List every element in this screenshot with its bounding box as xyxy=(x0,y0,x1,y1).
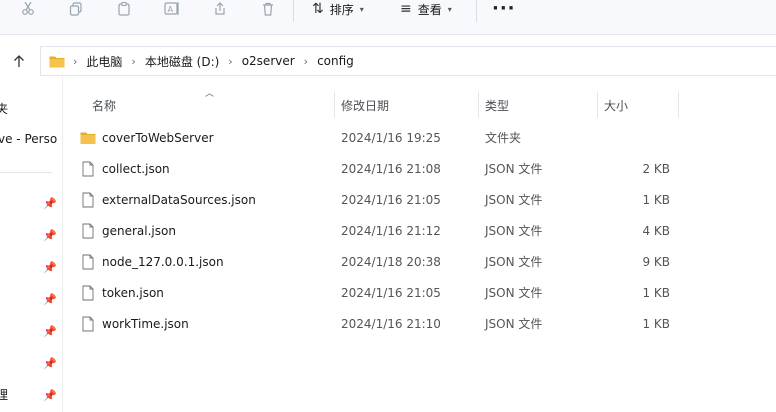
file-row[interactable]: token.json 2024/1/16 21:05 JSON 文件 1 KB xyxy=(70,277,690,308)
file-type: 文件夹 xyxy=(485,131,522,145)
document-icon xyxy=(82,223,94,238)
file-modified: 2024/1/16 21:08 xyxy=(341,161,441,176)
view-icon: ≡ xyxy=(400,1,412,17)
file-size: 1 KB xyxy=(642,316,670,331)
document-icon xyxy=(82,254,94,269)
file-name: node_127.0.0.1.json xyxy=(102,254,224,269)
chevron-down-icon: ▾ xyxy=(447,4,452,14)
file-modified: 2024/1/16 21:10 xyxy=(341,316,441,331)
document-icon xyxy=(82,161,94,176)
column-divider[interactable] xyxy=(478,92,479,118)
file-type: JSON 文件 xyxy=(485,193,543,207)
chevron-down-icon: ▾ xyxy=(359,4,364,14)
file-row[interactable]: node_127.0.0.1.json 2024/1/18 20:38 JSON… xyxy=(70,246,690,277)
sidebar-item-onedrive[interactable]: ve - Perso xyxy=(0,132,57,146)
pin-icon: 📌 xyxy=(43,228,57,242)
toolbar-divider xyxy=(293,0,294,22)
file-modified: 2024/1/16 21:05 xyxy=(341,192,441,207)
pin-icon: 📌 xyxy=(43,292,57,306)
file-row[interactable]: externalDataSources.json 2024/1/16 21:05… xyxy=(70,184,690,215)
chevron-right-icon: › xyxy=(131,54,136,68)
file-size: 9 KB xyxy=(642,254,670,269)
paste-icon[interactable] xyxy=(110,0,138,18)
file-row[interactable]: collect.json 2024/1/16 21:08 JSON 文件 2 K… xyxy=(70,153,690,184)
sidebar-item-manage[interactable]: 理 xyxy=(0,386,8,403)
view-button[interactable]: ≡ 查看 ▾ xyxy=(400,0,452,18)
up-arrow-button[interactable] xyxy=(8,50,30,72)
file-row[interactable]: coverToWebServer 2024/1/16 19:25 文件夹 xyxy=(70,122,690,153)
file-size: 1 KB xyxy=(642,285,670,300)
pin-icon: 📌 xyxy=(43,388,57,402)
file-size: 2 KB xyxy=(642,161,670,176)
command-bar: A ⇅ 排序 ▾ ≡ 查看 ▾ ··· xyxy=(0,0,776,35)
rename-icon[interactable]: A xyxy=(158,0,186,18)
pin-icon: 📌 xyxy=(43,356,57,370)
arrow-up-icon xyxy=(14,55,24,67)
file-type: JSON 文件 xyxy=(485,162,543,176)
breadcrumb-config[interactable]: config xyxy=(317,54,354,68)
pin-icon: 📌 xyxy=(43,324,57,338)
navigation-pane: 夹 ve - Perso 📌 📌 📌 📌 📌 📌 📌 理 xyxy=(0,76,63,412)
column-divider[interactable] xyxy=(678,92,679,118)
file-row[interactable]: general.json 2024/1/16 21:12 JSON 文件 4 K… xyxy=(70,215,690,246)
toolbar-divider xyxy=(476,0,477,22)
document-icon xyxy=(82,192,94,207)
file-name: collect.json xyxy=(102,161,170,176)
file-modified: 2024/1/18 20:38 xyxy=(341,254,441,269)
file-name: coverToWebServer xyxy=(102,130,214,145)
file-size: 4 KB xyxy=(642,223,670,238)
column-header-name[interactable]: 名称 xyxy=(92,92,116,118)
pin-icon: 📌 xyxy=(43,260,57,274)
file-type: JSON 文件 xyxy=(485,286,543,300)
file-type: JSON 文件 xyxy=(485,255,543,269)
file-type: JSON 文件 xyxy=(485,224,543,238)
svg-text:A: A xyxy=(168,5,174,14)
folder-icon xyxy=(49,56,65,67)
sort-icon: ⇅ xyxy=(312,1,324,17)
file-size xyxy=(600,122,670,153)
breadcrumb-local-disk[interactable]: 本地磁盘 (D:) xyxy=(145,53,219,70)
file-name: general.json xyxy=(102,223,176,238)
file-name: externalDataSources.json xyxy=(102,192,256,207)
more-options-button[interactable]: ··· xyxy=(492,0,516,19)
breadcrumb-o2server[interactable]: o2server xyxy=(242,54,295,68)
cut-icon[interactable] xyxy=(14,0,42,18)
share-icon[interactable] xyxy=(206,0,234,18)
file-size: 1 KB xyxy=(642,192,670,207)
pin-icon: 📌 xyxy=(43,196,57,210)
column-header-size[interactable]: 大小 xyxy=(604,92,628,118)
document-icon xyxy=(82,285,94,300)
file-name: workTime.json xyxy=(102,316,189,331)
file-name: token.json xyxy=(102,285,164,300)
column-divider[interactable] xyxy=(334,92,335,118)
file-modified: 2024/1/16 21:05 xyxy=(341,285,441,300)
document-icon xyxy=(82,316,94,331)
chevron-right-icon: › xyxy=(228,54,233,68)
column-header-type[interactable]: 类型 xyxy=(485,92,509,118)
sidebar-item-folder[interactable]: 夹 xyxy=(0,100,8,117)
file-row[interactable]: workTime.json 2024/1/16 21:10 JSON 文件 1 … xyxy=(70,308,690,339)
sort-button[interactable]: ⇅ 排序 ▾ xyxy=(312,0,364,18)
file-modified: 2024/1/16 21:12 xyxy=(341,223,441,238)
chevron-right-icon: › xyxy=(73,54,78,68)
address-bar[interactable]: › 此电脑 › 本地磁盘 (D:) › o2server › config xyxy=(40,46,776,76)
delete-icon[interactable] xyxy=(254,0,282,18)
file-type: JSON 文件 xyxy=(485,317,543,331)
breadcrumb-this-pc[interactable]: 此电脑 xyxy=(86,53,122,70)
column-header-modified[interactable]: 修改日期 xyxy=(341,92,389,118)
column-divider[interactable] xyxy=(597,92,598,118)
sidebar-divider xyxy=(0,172,52,173)
folder-icon xyxy=(80,132,96,144)
sort-ascending-icon: ︿ xyxy=(205,89,215,99)
chevron-right-icon: › xyxy=(303,54,309,68)
copy-icon[interactable] xyxy=(62,0,90,18)
file-modified: 2024/1/16 19:25 xyxy=(341,130,441,145)
